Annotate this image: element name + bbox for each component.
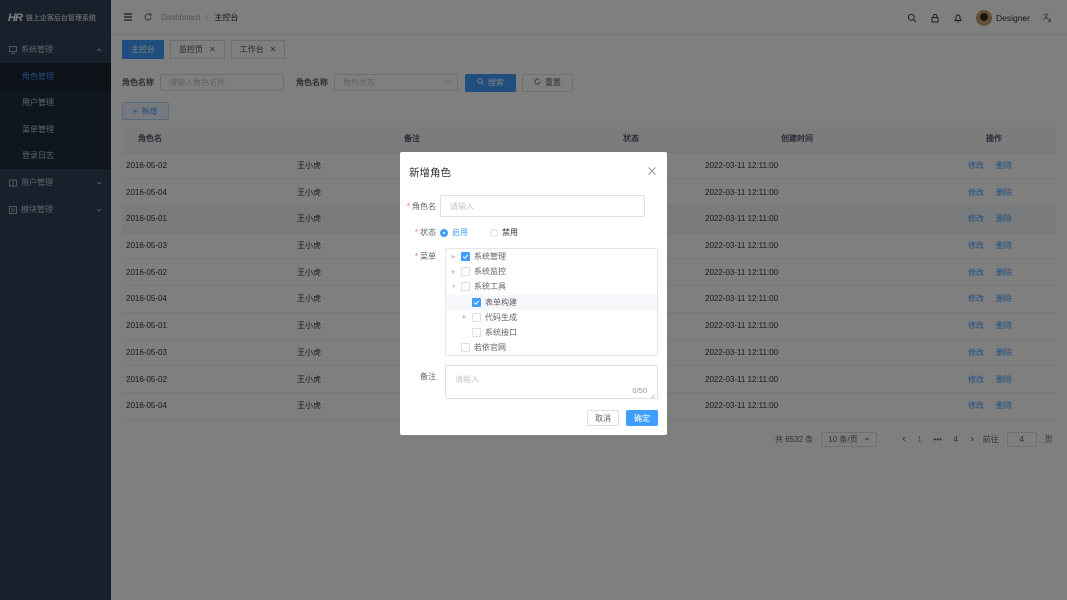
- tree-node-label: 系统管理: [474, 252, 506, 262]
- tree-node-label: 代码生成: [485, 312, 517, 322]
- role-name-row: * 角色名 请输入: [400, 195, 645, 217]
- tree-node[interactable]: ▶ 代码生成: [446, 310, 657, 325]
- tree-node-label: 若依官网: [474, 343, 506, 353]
- required-mark: *: [406, 201, 410, 211]
- checkbox[interactable]: [461, 252, 470, 262]
- menu-tree: ▶ 系统管理 ▶ 系统监控 ▼ 系统工具表单构建 ▶ 代码生成系统接口若依官网: [445, 248, 658, 356]
- checkbox[interactable]: [461, 282, 470, 292]
- tree-node[interactable]: 若依官网: [446, 340, 657, 355]
- tree-node[interactable]: ▶ 系统监控: [446, 264, 657, 279]
- tree-node[interactable]: ▶ 系统管理: [446, 249, 657, 264]
- role-name-field[interactable]: 请输入: [440, 195, 645, 217]
- close-icon[interactable]: [647, 166, 657, 176]
- status-label: 状态: [420, 228, 436, 237]
- tree-node[interactable]: ▼ 系统工具: [446, 279, 657, 294]
- checkbox[interactable]: [461, 267, 470, 277]
- radio-disabled[interactable]: 禁用: [490, 227, 518, 238]
- resize-handle-icon[interactable]: [650, 391, 656, 399]
- checkbox[interactable]: [472, 297, 481, 307]
- tree-node[interactable]: 表单构建: [446, 294, 657, 310]
- checkbox[interactable]: [472, 312, 481, 322]
- status-row: * 状态 启用 禁用: [400, 227, 540, 238]
- menu-label: 菜单: [420, 252, 436, 261]
- checkbox[interactable]: [461, 343, 470, 353]
- tree-node-label: 表单构建: [485, 297, 517, 307]
- add-role-dialog: 新增角色 * 角色名 请输入 * 状态 启用 禁用 * 菜单 ▶ 系统管理 ▶ 系统监控 ▼ 系…: [400, 152, 667, 435]
- textarea-placeholder: 请输入: [455, 375, 479, 384]
- checkbox[interactable]: [472, 328, 481, 338]
- radio-enabled[interactable]: 启用: [440, 227, 468, 238]
- caret-icon[interactable]: ▶: [450, 254, 457, 260]
- tree-node-label: 系统监控: [474, 267, 506, 277]
- tree-node[interactable]: 系统接口: [446, 325, 657, 340]
- required-mark: *: [414, 252, 418, 261]
- radio-label: 启用: [452, 228, 468, 237]
- radio-dot: [490, 228, 498, 237]
- radio-dot: [440, 228, 448, 237]
- remark-row: 备注: [400, 371, 440, 382]
- char-counter: 0/50: [632, 386, 647, 395]
- menu-row: * 菜单: [400, 251, 440, 262]
- caret-icon[interactable]: ▶: [461, 314, 468, 320]
- radio-label: 禁用: [502, 228, 518, 237]
- remark-textarea[interactable]: 请输入 0/50: [445, 365, 658, 399]
- caret-icon[interactable]: ▼: [450, 284, 457, 290]
- dialog-footer: 取消 确定: [587, 410, 658, 426]
- role-name-label: 角色名: [412, 201, 436, 211]
- tree-node-label: 系统接口: [485, 328, 517, 338]
- confirm-button[interactable]: 确定: [626, 410, 658, 426]
- tree-node-label: 系统工具: [474, 282, 506, 292]
- dialog-title: 新增角色: [409, 167, 451, 179]
- required-mark: *: [414, 228, 418, 237]
- caret-icon[interactable]: ▶: [450, 269, 457, 275]
- cancel-button[interactable]: 取消: [587, 410, 619, 426]
- remark-label: 备注: [420, 372, 436, 381]
